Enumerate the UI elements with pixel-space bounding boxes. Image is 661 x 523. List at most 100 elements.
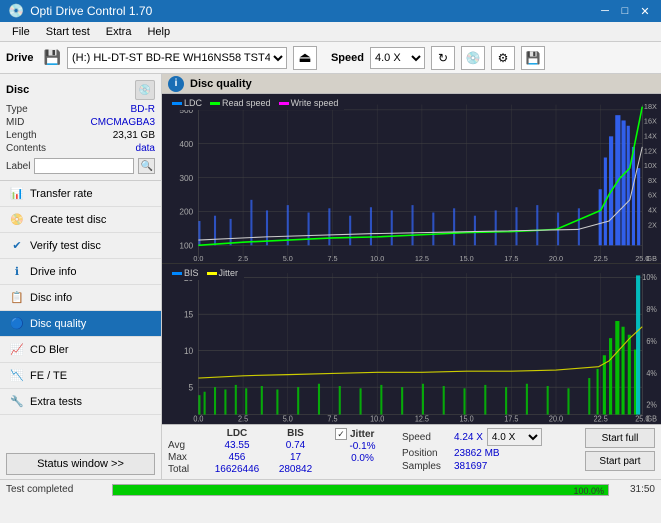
svg-text:2.5: 2.5 <box>238 414 248 423</box>
verify-disc-icon: ✔ <box>10 239 24 253</box>
svg-text:20.0: 20.0 <box>549 254 563 263</box>
sidebar-item-label: Verify test disc <box>30 240 101 252</box>
bis-legend-color <box>172 272 182 275</box>
progress-pct: 100.0% <box>573 485 604 497</box>
jitter-checkbox[interactable]: ✓ <box>335 428 347 440</box>
sidebar-item-fe-te[interactable]: 📉 FE / TE <box>0 363 161 389</box>
speed-position-stats: Speed 4.24 X 4.0 X Position 23862 MB Sam… <box>402 428 542 472</box>
total-label: Total <box>168 464 206 475</box>
sidebar-item-label: FE / TE <box>30 370 67 382</box>
sidebar-item-disc-info[interactable]: 📋 Disc info <box>0 285 161 311</box>
disc-panel: Disc 💿 Type BD-R MID CMCMAGBA3 Length 23… <box>0 74 161 181</box>
svg-text:5: 5 <box>189 383 194 393</box>
refresh-button[interactable]: ↻ <box>431 46 455 70</box>
menubar: File Start test Extra Help <box>0 22 661 42</box>
svg-text:16X: 16X <box>644 117 657 126</box>
label-search-button[interactable]: 🔍 <box>138 158 155 174</box>
eject-button[interactable]: ⏏ <box>293 46 317 70</box>
svg-text:22.5: 22.5 <box>594 414 608 423</box>
disc-section-title: Disc <box>6 84 29 96</box>
status-window-button[interactable]: Status window >> <box>6 453 155 475</box>
mid-val: CMCMAGBA3 <box>91 117 155 128</box>
svg-text:14X: 14X <box>644 131 657 140</box>
status-time: 31:50 <box>615 484 655 495</box>
speed-select-stats[interactable]: 4.0 X <box>487 428 542 446</box>
sidebar-item-transfer-rate[interactable]: 📊 Transfer rate <box>0 181 161 207</box>
jitter-label: Jitter <box>350 429 374 440</box>
svg-text:4%: 4% <box>646 369 657 378</box>
settings-button[interactable]: ⚙ <box>491 46 515 70</box>
svg-text:10.0: 10.0 <box>370 254 384 263</box>
svg-text:GB: GB <box>646 414 657 423</box>
sidebar-item-verify-test-disc[interactable]: ✔ Verify test disc <box>0 233 161 259</box>
speed-label: Speed <box>331 52 364 64</box>
main-area: Disc 💿 Type BD-R MID CMCMAGBA3 Length 23… <box>0 74 661 479</box>
save-button[interactable]: 💾 <box>521 46 545 70</box>
legend-jitter: Jitter <box>207 268 239 278</box>
chart1-svg: 500 400 300 200 100 18X 16X 14X 12X 10X … <box>162 94 661 263</box>
menu-file[interactable]: File <box>4 24 38 40</box>
transfer-rate-icon: 📊 <box>10 187 24 201</box>
read-speed-legend-color <box>210 102 220 105</box>
avg-bis: 0.74 <box>268 440 323 451</box>
sidebar-item-extra-tests[interactable]: 🔧 Extra tests <box>0 389 161 415</box>
start-full-button[interactable]: Start full <box>585 428 655 448</box>
jitter-stats: ✓ Jitter -0.1% 0.0% <box>335 428 390 476</box>
sidebar-item-label: Extra tests <box>30 396 82 408</box>
svg-text:17.5: 17.5 <box>504 254 518 263</box>
length-key: Length <box>6 130 37 141</box>
start-buttons: Start full Start part <box>585 428 655 471</box>
start-part-button[interactable]: Start part <box>585 451 655 471</box>
total-ldc: 16626446 <box>206 464 268 475</box>
label-input[interactable] <box>34 158 134 174</box>
sidebar-item-drive-info[interactable]: ℹ Drive info <box>0 259 161 285</box>
svg-text:15: 15 <box>184 310 193 320</box>
svg-text:6%: 6% <box>646 337 657 346</box>
disc-icon: 💿 <box>135 80 155 100</box>
position-key: Position <box>402 448 450 459</box>
length-val: 23,31 GB <box>113 130 155 141</box>
minimize-button[interactable]: ─ <box>597 3 613 19</box>
cd-bler-icon: 📈 <box>10 343 24 357</box>
drive-select[interactable]: (H:) HL-DT-ST BD-RE WH16NS58 TST4 <box>67 47 287 69</box>
sidebar-item-disc-quality[interactable]: 🔵 Disc quality <box>0 311 161 337</box>
svg-text:6X: 6X <box>648 191 657 200</box>
svg-text:12X: 12X <box>644 146 657 155</box>
total-jitter <box>335 465 390 476</box>
svg-text:15.0: 15.0 <box>460 254 474 263</box>
content-area: i Disc quality LDC Read <box>162 74 661 479</box>
legend-write-speed: Write speed <box>279 98 339 108</box>
menu-help[interactable]: Help <box>139 24 178 40</box>
svg-text:0.0: 0.0 <box>193 254 203 263</box>
legend-ldc: LDC <box>172 98 202 108</box>
create-disc-icon: 📀 <box>10 213 24 227</box>
svg-text:10: 10 <box>184 346 193 356</box>
sidebar-item-create-test-disc[interactable]: 📀 Create test disc <box>0 207 161 233</box>
ldc-bis-stats: LDC BIS Avg 43.55 0.74 Max 456 17 Tota <box>168 428 323 475</box>
svg-text:8%: 8% <box>646 305 657 314</box>
contents-val: data <box>136 143 155 154</box>
bis-legend-label: BIS <box>184 268 199 278</box>
svg-text:8X: 8X <box>648 176 657 185</box>
sidebar-item-cd-bler[interactable]: 📈 CD Bler <box>0 337 161 363</box>
stats-panel: LDC BIS Avg 43.55 0.74 Max 456 17 Tota <box>162 424 661 479</box>
legend-bis: BIS <box>172 268 199 278</box>
speed-select[interactable]: 4.0 X <box>370 47 425 69</box>
jitter-legend-color <box>207 272 217 275</box>
svg-text:7.5: 7.5 <box>327 254 337 263</box>
titlebar-title: 💿 Opti Drive Control 1.70 <box>8 3 152 19</box>
close-button[interactable]: ✕ <box>637 3 653 19</box>
disc-button[interactable]: 💿 <box>461 46 485 70</box>
quality-header: i Disc quality <box>162 74 661 94</box>
drive-icon: 💾 <box>44 49 61 66</box>
menu-start-test[interactable]: Start test <box>38 24 98 40</box>
menu-extra[interactable]: Extra <box>98 24 140 40</box>
samples-key: Samples <box>402 461 450 472</box>
titlebar: 💿 Opti Drive Control 1.70 ─ □ ✕ <box>0 0 661 22</box>
label-key: Label <box>6 161 30 172</box>
mid-key: MID <box>6 117 24 128</box>
speed-key: Speed <box>402 432 450 443</box>
maximize-button[interactable]: □ <box>617 3 633 19</box>
type-val: BD-R <box>131 104 155 115</box>
disc-quality-panel: i Disc quality LDC Read <box>162 74 661 479</box>
